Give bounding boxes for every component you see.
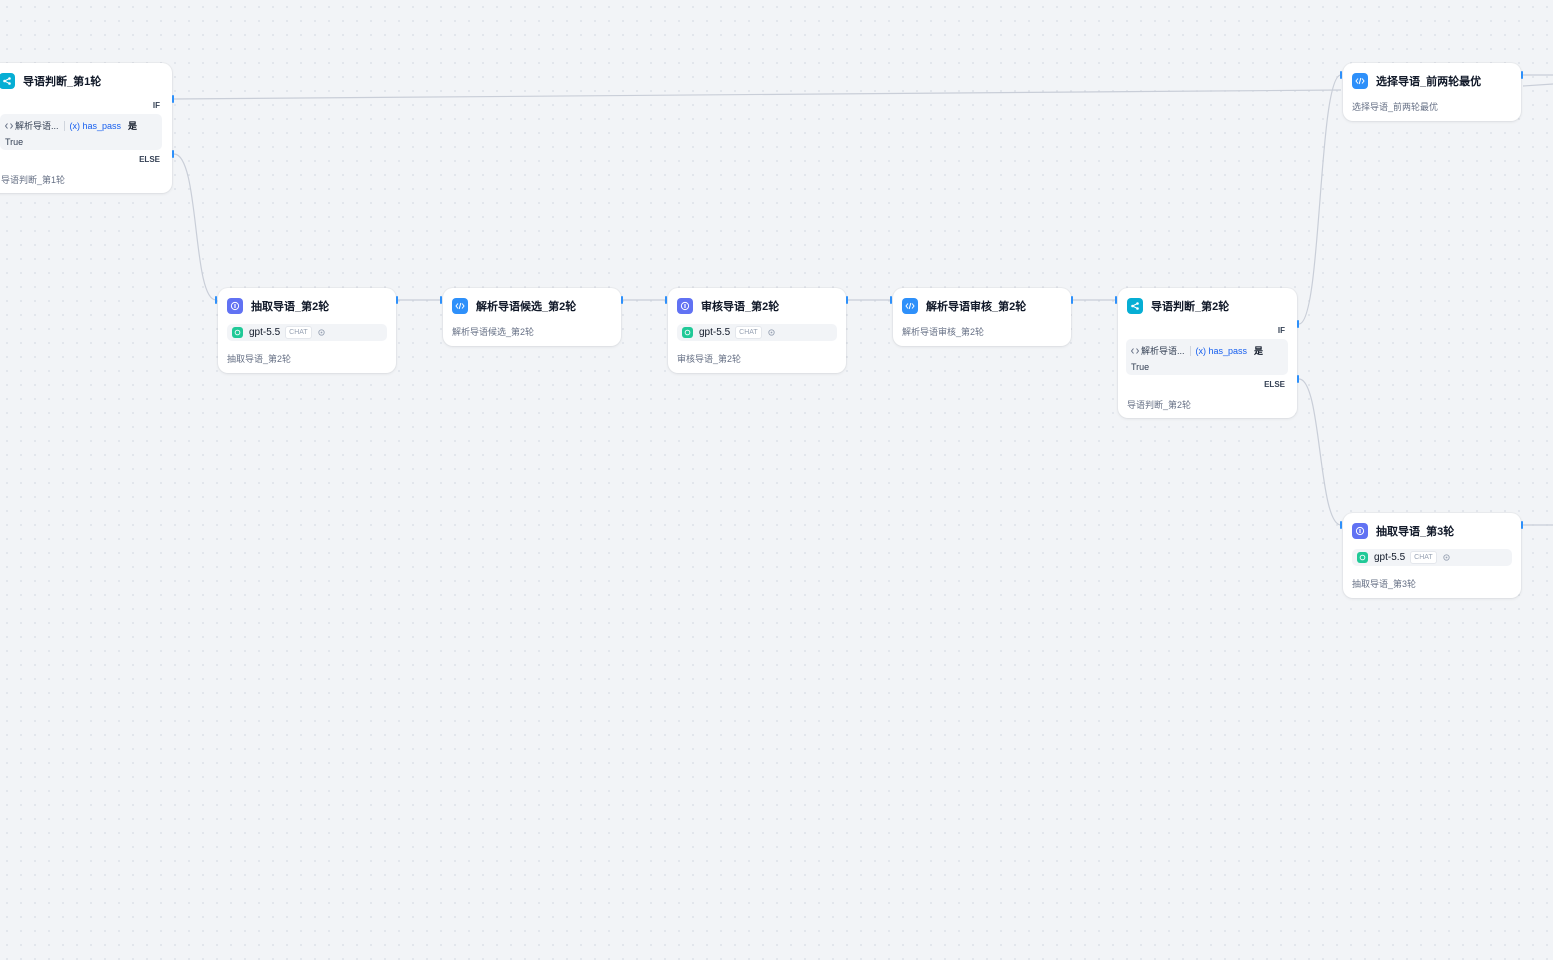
- model-selector[interactable]: gpt-5.5 CHAT: [1352, 549, 1512, 566]
- node-description: 导语判断_第1轮: [1, 175, 66, 185]
- llm-node-review-round2[interactable]: 审核导语_第2轮 gpt-5.5 CHAT 审核导语_第2轮: [668, 288, 846, 373]
- input-handle[interactable]: [1115, 296, 1117, 304]
- case-if-label: IF: [152, 101, 160, 110]
- edge-if2-if-to-select-best: [1298, 74, 1342, 325]
- openai-icon: [232, 327, 243, 338]
- llm-icon: [227, 298, 243, 314]
- model-mode-badge: CHAT: [735, 326, 762, 339]
- edge-if1-else-to-extract2: [173, 153, 217, 301]
- node-title: 抽取导语_第3轮: [1376, 526, 1455, 538]
- branch-icon: [0, 73, 15, 89]
- branch-icon: [1127, 298, 1143, 314]
- code-node-select-best[interactable]: 选择导语_前两轮最优 选择导语_前两轮最优: [1343, 63, 1521, 121]
- input-handle[interactable]: [1340, 521, 1342, 529]
- node-description: 导语判断_第2轮: [1127, 400, 1192, 410]
- node-description: 选择导语_前两轮最优: [1352, 102, 1439, 112]
- if-node-round1[interactable]: 导语判断_第1轮 IF 解析导语... (x) has_pass 是 True …: [0, 63, 172, 193]
- output-handle[interactable]: [1521, 521, 1523, 529]
- else-branch-handle[interactable]: [1297, 375, 1299, 383]
- code-icon: [452, 298, 468, 314]
- settings-icon[interactable]: [316, 327, 327, 338]
- node-title: 选择导语_前两轮最优: [1376, 76, 1482, 88]
- input-handle[interactable]: [1340, 71, 1342, 79]
- case-else-label: ELSE: [139, 155, 160, 164]
- input-handle[interactable]: [890, 296, 892, 304]
- code-icon: [1352, 73, 1368, 89]
- condition-box[interactable]: 解析导语... (x) has_pass 是 True: [1126, 339, 1288, 375]
- llm-icon: [677, 298, 693, 314]
- llm-icon: [1352, 523, 1368, 539]
- model-name: gpt-5.5: [1374, 552, 1406, 563]
- if-branch-handle[interactable]: [1297, 320, 1299, 328]
- llm-node-extract-round2[interactable]: 抽取导语_第2轮 gpt-5.5 CHAT 抽取导语_第2轮: [218, 288, 396, 373]
- condition-box[interactable]: 解析导语... (x) has_pass 是 True: [0, 114, 162, 150]
- if-node-round2[interactable]: 导语判断_第2轮 IF 解析导语... (x) has_pass 是 True …: [1118, 288, 1297, 418]
- edge-select-best-out-2: [1522, 83, 1553, 87]
- node-title: 导语判断_第1轮: [23, 76, 102, 88]
- llm-node-extract-round3[interactable]: 抽取导语_第3轮 gpt-5.5 CHAT 抽取导语_第3轮: [1343, 513, 1521, 598]
- code-node-parse-review-round2[interactable]: 解析导语审核_第2轮 解析导语审核_第2轮: [893, 288, 1071, 346]
- input-handle[interactable]: [215, 296, 217, 304]
- code-icon: [5, 122, 13, 129]
- case-if-label: IF: [1277, 326, 1285, 335]
- model-mode-badge: CHAT: [285, 326, 312, 339]
- condition-value: True: [5, 137, 24, 147]
- divider: [1189, 345, 1191, 356]
- output-handle[interactable]: [846, 296, 848, 304]
- condition-variable: 解析导语...: [5, 119, 59, 132]
- edge-if1-if-to-select-best: [173, 89, 1342, 100]
- output-handle[interactable]: [1521, 71, 1523, 79]
- node-title: 导语判断_第2轮: [1151, 301, 1230, 313]
- condition-variable: 解析导语...: [1131, 344, 1185, 357]
- node-description: 抽取导语_第3轮: [1352, 579, 1417, 589]
- settings-icon[interactable]: [1441, 552, 1452, 563]
- model-name: gpt-5.5: [249, 327, 281, 338]
- openai-icon: [682, 327, 693, 338]
- model-selector[interactable]: gpt-5.5 CHAT: [227, 324, 387, 341]
- workflow-edges: [173, 74, 1553, 526]
- settings-icon[interactable]: [766, 327, 777, 338]
- code-icon: [1131, 347, 1139, 354]
- model-mode-badge: CHAT: [1410, 551, 1437, 564]
- else-branch-handle[interactable]: [172, 150, 174, 158]
- condition-field: (x) has_pass: [69, 120, 122, 131]
- output-handle[interactable]: [621, 296, 623, 304]
- output-handle[interactable]: [396, 296, 398, 304]
- divider: [63, 120, 65, 131]
- model-name: gpt-5.5: [699, 327, 731, 338]
- condition-operator: 是: [1254, 346, 1264, 356]
- output-handle[interactable]: [1071, 296, 1073, 304]
- case-else-label: ELSE: [1264, 380, 1285, 389]
- node-description: 解析导语候选_第2轮: [452, 327, 535, 337]
- node-title: 抽取导语_第2轮: [251, 301, 330, 313]
- model-selector[interactable]: gpt-5.5 CHAT: [677, 324, 837, 341]
- if-branch-handle[interactable]: [172, 95, 174, 103]
- condition-value: True: [1131, 362, 1150, 372]
- openai-icon: [1357, 552, 1368, 563]
- code-node-parse-candidates-round2[interactable]: 解析导语候选_第2轮 解析导语候选_第2轮: [443, 288, 621, 346]
- code-icon: [902, 298, 918, 314]
- node-description: 解析导语审核_第2轮: [902, 327, 985, 337]
- node-title: 解析导语审核_第2轮: [926, 301, 1027, 313]
- input-handle[interactable]: [440, 296, 442, 304]
- input-handle[interactable]: [665, 296, 667, 304]
- node-description: 审核导语_第2轮: [677, 354, 742, 364]
- node-title: 审核导语_第2轮: [701, 301, 780, 313]
- condition-operator: 是: [128, 121, 138, 131]
- node-description: 抽取导语_第2轮: [227, 354, 292, 364]
- node-title: 解析导语候选_第2轮: [476, 301, 577, 313]
- edge-if2-else-to-extract3: [1298, 378, 1342, 526]
- condition-field: (x) has_pass: [1195, 345, 1248, 356]
